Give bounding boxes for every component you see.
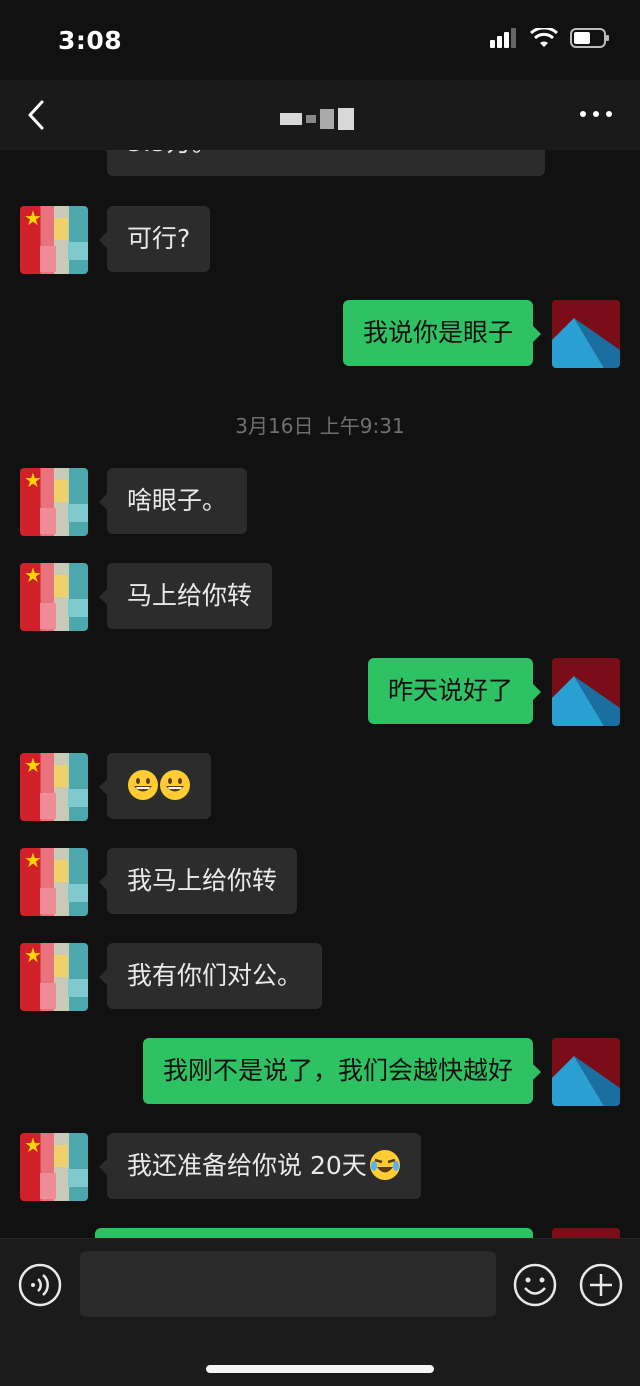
- chat-title-redacted: [280, 104, 354, 134]
- message-incoming: ★ 马上给你转: [0, 563, 640, 631]
- battery-icon: [570, 28, 609, 48]
- message-bubble[interactable]: 我说你是眼子: [342, 300, 542, 366]
- message-incoming: ★: [0, 753, 640, 821]
- message-outgoing: [0, 1228, 640, 1238]
- message-bubble[interactable]: 昨天说好了: [367, 658, 542, 724]
- message-bubble[interactable]: 马上给你转: [98, 563, 273, 629]
- home-indicator: [206, 1365, 434, 1373]
- grinning-face-emoji: [160, 770, 190, 800]
- message-bubble[interactable]: 3.5万。: [99, 150, 545, 176]
- message-text: 我还准备给你说 20天: [127, 1151, 367, 1180]
- message-bubble[interactable]: [99, 753, 211, 819]
- star-icon: ★: [24, 943, 42, 967]
- rolling-laughing-emoji: [369, 1150, 400, 1180]
- contact-avatar[interactable]: ★: [20, 943, 88, 1011]
- grinning-face-emoji: [128, 770, 158, 800]
- my-avatar[interactable]: [552, 1038, 620, 1106]
- contact-avatar[interactable]: ★: [20, 563, 88, 631]
- contact-avatar[interactable]: ★: [20, 468, 88, 536]
- my-avatar[interactable]: [552, 1228, 620, 1238]
- message-bubble[interactable]: 我有你们对公。: [98, 943, 323, 1009]
- star-icon: ★: [24, 1133, 42, 1157]
- contact-avatar[interactable]: ★: [20, 206, 88, 274]
- message-list[interactable]: 3.5万。 ★ 可行? 我说你是眼子 3月16日 上午9:31 ★ 啥眼子。: [0, 150, 640, 1238]
- star-icon: ★: [24, 848, 42, 872]
- voice-icon[interactable]: [18, 1263, 62, 1307]
- avatar-image: [552, 1038, 620, 1106]
- message-input[interactable]: [80, 1251, 496, 1317]
- star-icon: ★: [24, 563, 42, 587]
- back-icon[interactable]: [20, 96, 54, 134]
- message-incoming: ★ 可行?: [0, 206, 640, 274]
- contact-avatar[interactable]: ★: [20, 753, 88, 821]
- contact-avatar[interactable]: ★: [20, 848, 88, 916]
- status-time: 3:08: [58, 26, 123, 55]
- input-bar: [0, 1238, 640, 1386]
- message-incoming: ★ 我还准备给你说 20天: [0, 1133, 640, 1201]
- contact-avatar[interactable]: ★: [20, 1133, 88, 1201]
- message-bubble[interactable]: 我刚不是说了，我们会越快越好: [142, 1038, 542, 1104]
- message-outgoing: 昨天说好了: [0, 658, 640, 726]
- message-bubble[interactable]: 啥眼子。: [98, 468, 248, 534]
- avatar-image: [552, 300, 620, 368]
- message-incoming: ★ 我有你们对公。: [0, 943, 640, 1011]
- message-incoming: ★ 我马上给你转: [0, 848, 640, 916]
- more-icon[interactable]: [578, 104, 614, 124]
- my-avatar[interactable]: [552, 300, 620, 368]
- status-bar: 3:08: [0, 0, 640, 80]
- signal-icon: [490, 28, 516, 48]
- avatar-image: [552, 658, 620, 726]
- message-incoming: ★ 啥眼子。: [0, 468, 640, 536]
- star-icon: ★: [24, 468, 42, 492]
- message-bubble[interactable]: 我还准备给你说 20天: [99, 1133, 421, 1199]
- message-outgoing: 我说你是眼子: [0, 300, 640, 368]
- status-icons: [490, 28, 610, 48]
- chat-header: [0, 80, 640, 150]
- message-bubble[interactable]: 我马上给你转: [98, 848, 298, 914]
- timestamp: 3月16日 上午9:31: [235, 414, 405, 438]
- wifi-icon: [530, 28, 558, 47]
- plus-icon[interactable]: [579, 1263, 623, 1307]
- message-incoming: 3.5万。: [0, 150, 640, 176]
- star-icon: ★: [24, 753, 42, 777]
- message-bubble[interactable]: 可行?: [98, 206, 211, 272]
- message-outgoing: 我刚不是说了，我们会越快越好: [0, 1038, 640, 1106]
- star-icon: ★: [24, 206, 42, 230]
- emoji-icon[interactable]: [513, 1263, 557, 1307]
- my-avatar[interactable]: [552, 658, 620, 726]
- message-bubble[interactable]: [95, 1228, 533, 1238]
